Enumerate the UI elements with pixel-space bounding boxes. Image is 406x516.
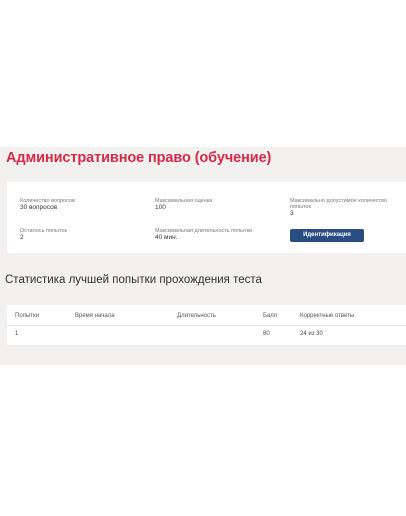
- attempts-left: Осталось попыток 2: [20, 228, 67, 241]
- max-score: Максимальная оценка 100: [155, 198, 212, 211]
- attempts-left-label: Осталось попыток: [20, 228, 67, 234]
- stats-table: Попытки Время начала Длительность Балл К…: [7, 305, 406, 345]
- max-attempts: Максимально допустимое количество попыто…: [290, 198, 400, 217]
- column-header-duration: Длительность: [177, 313, 216, 319]
- page: Административное право (обучение) Количе…: [0, 0, 406, 516]
- cell-score: 80: [263, 331, 270, 337]
- stats-title: Статистика лучшей попытки прохождения те…: [5, 274, 262, 286]
- column-header-score: Балл: [263, 313, 278, 319]
- column-header-correct-answers: Корректные ответы: [300, 313, 355, 319]
- cell-correct-answers: 24 из 30: [300, 331, 323, 337]
- column-header-start-time: Время начала: [75, 313, 115, 319]
- max-score-value: 100: [155, 204, 166, 211]
- table-divider: [7, 325, 406, 326]
- max-duration-value: 40 мин.: [155, 234, 178, 241]
- test-info-card: Количество вопросов 30 вопросов Максимал…: [7, 182, 406, 253]
- column-header-attempts: Попытки: [15, 313, 39, 319]
- max-attempts-label: Максимально допустимое количество попыто…: [290, 198, 388, 210]
- course-title: Административное право (обучение): [6, 150, 272, 166]
- max-duration: Максимальная длительность попытки 40 мин…: [155, 228, 252, 241]
- identify-button[interactable]: Идентификация: [290, 229, 364, 242]
- max-attempts-value: 3: [290, 210, 294, 217]
- question-count-value: 30 вопросов: [20, 204, 58, 211]
- cell-attempt: 1: [15, 331, 19, 337]
- attempts-left-value: 2: [20, 234, 24, 241]
- question-count: Количество вопросов 30 вопросов: [20, 198, 75, 211]
